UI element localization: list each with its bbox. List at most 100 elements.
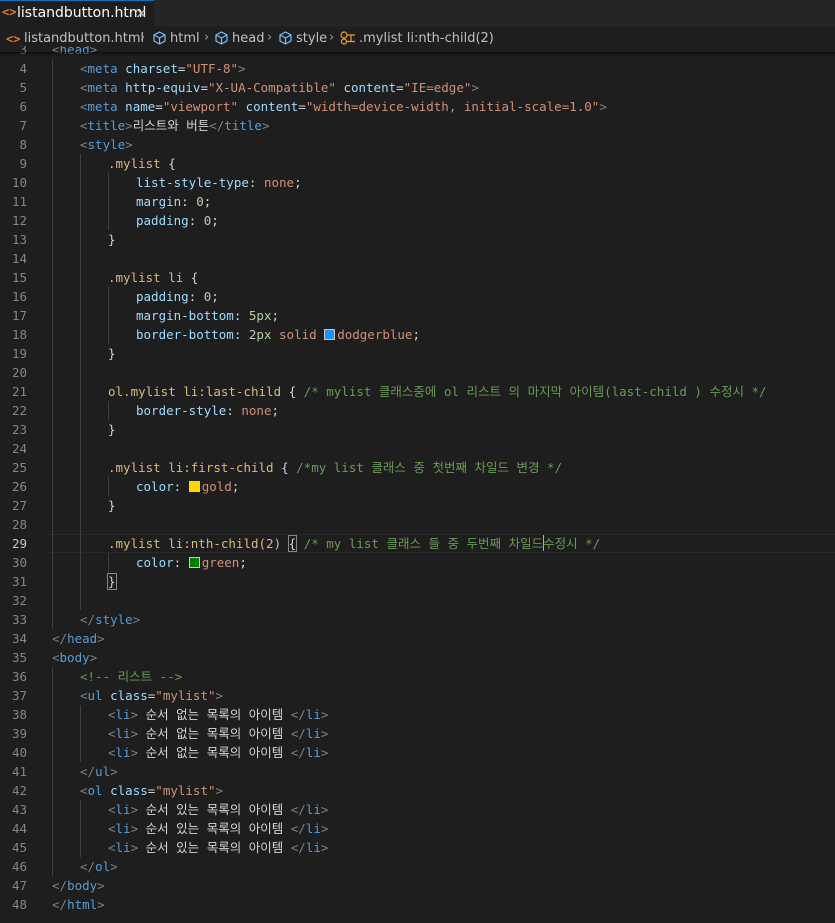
line-number: 6 [19, 99, 27, 114]
code-line[interactable]: 47 </body> [0, 876, 835, 895]
code-text: </style> [80, 612, 141, 627]
indent-guide [80, 268, 81, 287]
code-editor[interactable]: 3<head>4<meta charset="UTF-8">5<meta htt… [0, 46, 835, 923]
line-number: 25 [11, 460, 27, 475]
line-number: 15 [11, 270, 27, 285]
code-text: } [108, 346, 116, 361]
code-line[interactable]: 42 <ol class="mylist"> [0, 781, 835, 800]
indent-guide [52, 173, 53, 192]
code-line[interactable]: 34 </head> [0, 629, 835, 648]
indent-guide [52, 553, 53, 572]
indent-guide [80, 401, 81, 420]
line-number: 29 [11, 536, 27, 551]
code-line[interactable]: 26 color: gold; [0, 477, 835, 496]
line-number: 34 [11, 631, 27, 646]
indent-guide [52, 97, 53, 116]
code-line[interactable]: 48 </html> [0, 895, 835, 914]
code-line[interactable]: 31} [0, 572, 835, 591]
code-line[interactable]: 19} [0, 344, 835, 363]
line-number: 8 [19, 137, 27, 152]
line-number: 46 [11, 859, 27, 874]
code-line[interactable]: 21 ol.mylist li:last-child { /* mylist 클래… [0, 382, 835, 401]
indent-guide [80, 572, 81, 591]
code-line[interactable]: 4 <meta charset="UTF-8"> [0, 59, 835, 78]
breadcrumb-item-style[interactable]: style [296, 31, 327, 46]
code-line[interactable]: 12 padding: 0; [0, 211, 835, 230]
code-line[interactable]: 6 <meta name="viewport" content="width=de… [0, 97, 835, 116]
breadcrumb-item-head[interactable]: head [232, 31, 264, 46]
line-number: 9 [19, 156, 27, 171]
code-text: } [108, 498, 116, 513]
code-line[interactable]: 32 [0, 591, 835, 610]
indent-guide [80, 192, 81, 211]
code-line[interactable]: 46 </ol> [0, 857, 835, 876]
code-line[interactable]: 30 color: green; [0, 553, 835, 572]
color-swatch[interactable] [188, 557, 200, 568]
code-line[interactable]: 7 <title>리스트와 버튼</title> [0, 116, 835, 135]
indent-guide [108, 477, 109, 496]
indent-guide [80, 287, 81, 306]
indent-guide [108, 287, 109, 306]
chevron-right-icon: › [329, 30, 335, 45]
line-number: 44 [11, 821, 27, 836]
line-number: 24 [11, 441, 27, 456]
code-text: padding: 0; [136, 213, 219, 228]
chevron-right-icon: › [267, 30, 273, 45]
breadcrumb-item-html[interactable]: html [170, 31, 200, 46]
code-line[interactable]: 23} [0, 420, 835, 439]
breadcrumb-item-file[interactable]: listandbutton.html [24, 31, 144, 46]
indent-guide [52, 192, 53, 211]
indent-guide [52, 572, 53, 591]
code-line[interactable]: 38 <li> 순서 없는 목록의 아이템 </li> [0, 705, 835, 724]
color-swatch[interactable] [324, 329, 336, 340]
code-line[interactable]: 35 <body> [0, 648, 835, 667]
code-line[interactable]: 10 list-style-type: none; [0, 173, 835, 192]
line-number: 38 [11, 707, 27, 722]
code-line[interactable]: 39 <li> 순서 없는 목록의 아이템 </li> [0, 724, 835, 743]
code-line[interactable]: 40 <li> 순서 없는 목록의 아이템 </li> [0, 743, 835, 762]
code-line[interactable]: 22 border-style: none; [0, 401, 835, 420]
breadcrumb-item-selector[interactable]: .mylist li:nth-child(2) [359, 31, 494, 46]
code-line[interactable]: 9 .mylist { [0, 154, 835, 173]
code-line[interactable]: 15 .mylist li { [0, 268, 835, 287]
line-number: 10 [11, 175, 27, 190]
code-line[interactable]: 29 .mylist li:nth-child(2) { /* my list 클… [0, 534, 835, 553]
code-line[interactable]: 14 [0, 249, 835, 268]
code-line[interactable]: 41 </ul> [0, 762, 835, 781]
tab-listandbutton[interactable]: <> listandbutton.html × [0, 0, 154, 26]
line-number: 7 [19, 118, 27, 133]
code-text: margin-bottom: 5px; [136, 308, 280, 323]
code-line[interactable]: 28 [0, 515, 835, 534]
code-line[interactable]: 13} [0, 230, 835, 249]
line-number: 35 [11, 650, 27, 665]
line-number: 12 [11, 213, 27, 228]
indent-guide [108, 553, 109, 572]
code-line[interactable]: 43 <li> 순서 있는 목록의 아이템 </li> [0, 800, 835, 819]
close-icon[interactable]: × [135, 4, 148, 22]
code-text: <li> 순서 없는 목록의 아이템 </li> [108, 745, 329, 760]
code-line[interactable]: 11 margin: 0; [0, 192, 835, 211]
code-line[interactable]: 45 <li> 순서 있는 목록의 아이템 </li> [0, 838, 835, 857]
code-line[interactable]: 33 </style> [0, 610, 835, 629]
code-text: <!-- 리스트 --> [80, 669, 183, 684]
indent-guide [80, 705, 81, 724]
code-line[interactable]: 5 <meta http-equiv="X-UA-Compatible" cont… [0, 78, 835, 97]
code-line[interactable]: 24 [0, 439, 835, 458]
line-number: 16 [11, 289, 27, 304]
code-line[interactable]: 8 <style> [0, 135, 835, 154]
indent-guide [52, 382, 53, 401]
chevron-right-icon: › [140, 30, 146, 45]
indent-guide [80, 800, 81, 819]
code-line[interactable]: 16 padding: 0; [0, 287, 835, 306]
color-swatch[interactable] [188, 481, 200, 492]
code-line[interactable]: 18 border-bottom: 2px solid dodgerblue; [0, 325, 835, 344]
code-line[interactable]: 27} [0, 496, 835, 515]
code-line[interactable]: 17 margin-bottom: 5px; [0, 306, 835, 325]
code-line[interactable]: 25 .mylist li:first-child { /*my list 클래스… [0, 458, 835, 477]
code-line[interactable]: 20 [0, 363, 835, 382]
code-line[interactable]: 44 <li> 순서 있는 목록의 아이템 </li> [0, 819, 835, 838]
code-line[interactable]: 36 <!-- 리스트 --> [0, 667, 835, 686]
code-line[interactable]: 37 <ul class="mylist"> [0, 686, 835, 705]
indent-guide [80, 496, 81, 515]
code-text: border-bottom: 2px solid dodgerblue; [136, 327, 420, 342]
